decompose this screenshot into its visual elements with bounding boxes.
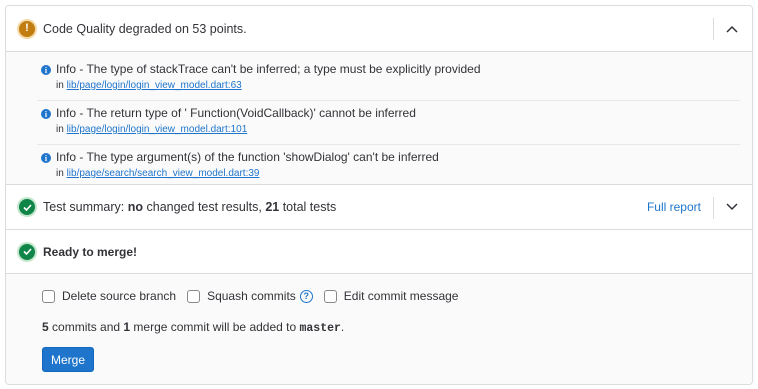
commit-info-end: . <box>340 320 345 334</box>
total-count: 21 <box>265 200 280 214</box>
chevron-down-icon <box>726 203 738 211</box>
warning-icon: ! <box>19 20 35 37</box>
commit-count: 5 <box>42 320 49 334</box>
test-summary-row: Test summary: no changed test results, 2… <box>6 185 752 230</box>
edit-commit-message-label: Edit commit message <box>343 289 459 303</box>
info-icon: i <box>41 65 51 75</box>
issue-description: Info - The type argument(s) of the funct… <box>56 150 439 164</box>
merge-options: Delete source branch Squash commits ? Ed… <box>42 289 469 303</box>
divider <box>713 197 714 219</box>
full-report-link[interactable]: Full report <box>647 200 701 214</box>
merge-button[interactable]: Merge <box>42 347 94 372</box>
info-icon: i <box>41 109 51 119</box>
ready-to-merge-text: Ready to merge! <box>43 244 138 259</box>
test-summary-suffix: total tests <box>279 200 337 214</box>
code-quality-header: ! Code Quality degraded on 53 points. <box>6 6 752 52</box>
issue-location: in lib/page/search/search_view_model.dar… <box>56 168 259 179</box>
code-quality-title: Code Quality degraded on 53 points. <box>43 21 247 36</box>
merge-options-area: Delete source branch Squash commits ? Ed… <box>6 274 752 384</box>
issue-location: in lib/page/login/login_view_model.dart:… <box>56 80 242 91</box>
changed-count: no <box>127 200 144 214</box>
squash-commits-checkbox[interactable] <box>187 289 201 303</box>
delete-source-branch-checkbox[interactable] <box>42 289 55 303</box>
delete-source-branch-label: Delete source branch <box>62 289 177 303</box>
squash-commits-label: Squash commits <box>207 289 296 303</box>
edit-commit-message-checkbox[interactable] <box>323 289 337 303</box>
in-label: in <box>56 168 64 179</box>
test-summary-text: Test summary: no changed test results, 2… <box>43 200 336 214</box>
expand-test-summary-button[interactable] <box>724 199 740 215</box>
code-quality-issues-list: i Info - The type of stackTrace can't be… <box>6 52 752 185</box>
success-icon <box>19 243 35 260</box>
info-icon: i <box>41 153 51 163</box>
file-link[interactable]: lib/page/search/search_view_model.dart:3… <box>67 168 260 179</box>
merge-commit-text: merge commit will be added to <box>130 320 300 334</box>
ready-to-merge-row: Ready to merge! <box>6 230 752 274</box>
target-branch: master <box>299 322 341 335</box>
edit-commit-message-option[interactable]: Edit commit message <box>323 289 459 303</box>
divider <box>713 18 714 40</box>
list-item: i Info - The return type of ' Function(V… <box>37 101 740 145</box>
list-item: i Info - The type of stackTrace can't be… <box>37 57 740 101</box>
in-label: in <box>56 80 64 91</box>
file-link[interactable]: lib/page/login/login_view_model.dart:101 <box>67 124 248 135</box>
chevron-up-icon <box>726 25 738 33</box>
list-item: i Info - The type argument(s) of the fun… <box>37 145 740 189</box>
issue-description: Info - The return type of ' Function(Voi… <box>56 106 416 120</box>
merge-request-widget: ! Code Quality degraded on 53 points. i … <box>5 5 753 385</box>
file-link[interactable]: lib/page/login/login_view_model.dart:63 <box>67 80 242 91</box>
collapse-code-quality-button[interactable] <box>724 21 740 37</box>
issue-description: Info - The type of stackTrace can't be i… <box>56 62 481 76</box>
test-summary-middle: changed test results, <box>143 200 266 214</box>
commit-info-text: 5 commits and 1 merge commit will be add… <box>42 320 344 335</box>
test-summary-prefix: Test summary: <box>43 200 128 214</box>
squash-commits-option[interactable]: Squash commits ? <box>187 289 313 303</box>
success-icon <box>19 199 35 215</box>
in-label: in <box>56 124 64 135</box>
help-icon[interactable]: ? <box>299 289 313 303</box>
issue-location: in lib/page/login/login_view_model.dart:… <box>56 124 247 135</box>
commits-text: commits and <box>48 320 124 334</box>
delete-source-branch-option[interactable]: Delete source branch <box>42 289 176 303</box>
